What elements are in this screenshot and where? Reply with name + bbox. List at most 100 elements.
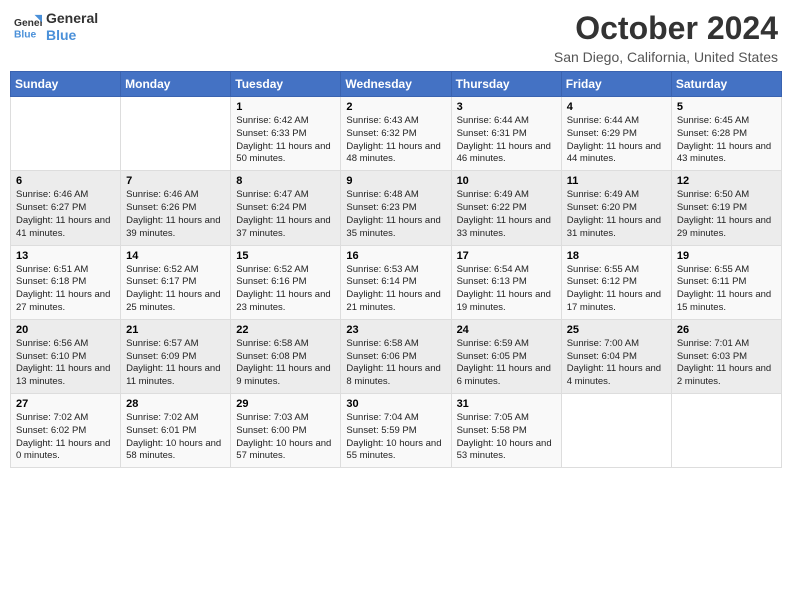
day-number: 11 <box>567 175 666 187</box>
day-detail: Sunrise: 6:47 AM Sunset: 6:24 PM Dayligh… <box>236 189 335 240</box>
day-number: 24 <box>457 324 556 336</box>
day-number: 5 <box>677 101 776 113</box>
day-detail: Sunrise: 6:58 AM Sunset: 6:08 PM Dayligh… <box>236 338 335 389</box>
day-detail: Sunrise: 6:57 AM Sunset: 6:09 PM Dayligh… <box>126 338 225 389</box>
calendar-cell: 3 Sunrise: 6:44 AM Sunset: 6:31 PM Daylig… <box>451 97 561 171</box>
calendar-cell: 21 Sunrise: 6:57 AM Sunset: 6:09 PM Dayli… <box>121 319 231 393</box>
calendar-cell: 30Sunrise: 7:04 AM Sunset: 5:59 PM Dayli… <box>341 394 451 468</box>
day-detail: Sunrise: 6:59 AM Sunset: 6:05 PM Dayligh… <box>457 338 556 389</box>
calendar-cell: 31 Sunrise: 7:05 AM Sunset: 5:58 PM Dayli… <box>451 394 561 468</box>
day-detail: Sunrise: 7:05 AM Sunset: 5:58 PM Dayligh… <box>457 412 556 463</box>
calendar-cell: 23 Sunrise: 6:58 AM Sunset: 6:06 PM Dayli… <box>341 319 451 393</box>
calendar-cell: 26Sunrise: 7:01 AM Sunset: 6:03 PM Dayli… <box>671 319 781 393</box>
calendar-cell: 16 Sunrise: 6:53 AM Sunset: 6:14 PM Dayli… <box>341 245 451 319</box>
calendar-cell: 24 Sunrise: 6:59 AM Sunset: 6:05 PM Dayli… <box>451 319 561 393</box>
day-detail: Sunrise: 7:00 AM Sunset: 6:04 PM Dayligh… <box>567 338 666 389</box>
day-detail: Sunrise: 6:56 AM Sunset: 6:10 PM Dayligh… <box>16 338 115 389</box>
calendar-cell: 5 Sunrise: 6:45 AM Sunset: 6:28 PM Daylig… <box>671 97 781 171</box>
calendar-cell: 9Sunrise: 6:48 AM Sunset: 6:23 PM Daylig… <box>341 171 451 245</box>
day-detail: Sunrise: 6:58 AM Sunset: 6:06 PM Dayligh… <box>346 338 445 389</box>
day-number: 29 <box>236 398 335 410</box>
day-number: 13 <box>16 250 115 262</box>
calendar-cell: 15Sunrise: 6:52 AM Sunset: 6:16 PM Dayli… <box>231 245 341 319</box>
day-detail: Sunrise: 6:46 AM Sunset: 6:26 PM Dayligh… <box>126 189 225 240</box>
day-number: 12 <box>677 175 776 187</box>
day-number: 23 <box>346 324 445 336</box>
day-number: 27 <box>16 398 115 410</box>
day-number: 25 <box>567 324 666 336</box>
calendar-cell: 22Sunrise: 6:58 AM Sunset: 6:08 PM Dayli… <box>231 319 341 393</box>
day-detail: Sunrise: 6:55 AM Sunset: 6:11 PM Dayligh… <box>677 264 776 315</box>
title-block: October 2024 San Diego, California, Unit… <box>554 10 778 65</box>
calendar-cell: 29 Sunrise: 7:03 AM Sunset: 6:00 PM Dayli… <box>231 394 341 468</box>
calendar-cell: 25 Sunrise: 7:00 AM Sunset: 6:04 PM Dayli… <box>561 319 671 393</box>
calendar-week-row: 1 Sunrise: 6:42 AM Sunset: 6:33 PM Daylig… <box>11 97 782 171</box>
day-number: 10 <box>457 175 556 187</box>
day-number: 7 <box>126 175 225 187</box>
day-detail: Sunrise: 6:42 AM Sunset: 6:33 PM Dayligh… <box>236 115 335 166</box>
day-number: 6 <box>16 175 115 187</box>
day-of-week-header: Tuesday <box>231 72 341 97</box>
day-detail: Sunrise: 6:45 AM Sunset: 6:28 PM Dayligh… <box>677 115 776 166</box>
day-detail: Sunrise: 6:49 AM Sunset: 6:20 PM Dayligh… <box>567 189 666 240</box>
logo-text: General Blue <box>46 10 98 44</box>
day-number: 31 <box>457 398 556 410</box>
day-of-week-header: Thursday <box>451 72 561 97</box>
day-number: 30 <box>346 398 445 410</box>
calendar-cell: 10Sunrise: 6:49 AM Sunset: 6:22 PM Dayli… <box>451 171 561 245</box>
day-number: 16 <box>346 250 445 262</box>
day-number: 3 <box>457 101 556 113</box>
calendar-cell <box>561 394 671 468</box>
day-number: 20 <box>16 324 115 336</box>
calendar-cell: 4Sunrise: 6:44 AM Sunset: 6:29 PM Daylig… <box>561 97 671 171</box>
day-detail: Sunrise: 6:44 AM Sunset: 6:31 PM Dayligh… <box>457 115 556 166</box>
calendar-cell: 1 Sunrise: 6:42 AM Sunset: 6:33 PM Daylig… <box>231 97 341 171</box>
calendar-header: SundayMondayTuesdayWednesdayThursdayFrid… <box>11 72 782 97</box>
calendar-cell: 11 Sunrise: 6:49 AM Sunset: 6:20 PM Dayli… <box>561 171 671 245</box>
day-number: 18 <box>567 250 666 262</box>
calendar-cell: 14Sunrise: 6:52 AM Sunset: 6:17 PM Dayli… <box>121 245 231 319</box>
day-detail: Sunrise: 7:02 AM Sunset: 6:01 PM Dayligh… <box>126 412 225 463</box>
calendar-cell: 19 Sunrise: 6:55 AM Sunset: 6:11 PM Dayli… <box>671 245 781 319</box>
calendar-cell: 13 Sunrise: 6:51 AM Sunset: 6:18 PM Dayli… <box>11 245 121 319</box>
calendar-cell: 18 Sunrise: 6:55 AM Sunset: 6:12 PM Dayli… <box>561 245 671 319</box>
calendar-cell: 7 Sunrise: 6:46 AM Sunset: 6:26 PM Daylig… <box>121 171 231 245</box>
day-detail: Sunrise: 7:01 AM Sunset: 6:03 PM Dayligh… <box>677 338 776 389</box>
day-of-week-header: Wednesday <box>341 72 451 97</box>
calendar-week-row: 20 Sunrise: 6:56 AM Sunset: 6:10 PM Dayli… <box>11 319 782 393</box>
day-of-week-header: Sunday <box>11 72 121 97</box>
day-number: 17 <box>457 250 556 262</box>
day-number: 21 <box>126 324 225 336</box>
calendar-week-row: 27 Sunrise: 7:02 AM Sunset: 6:02 PM Dayli… <box>11 394 782 468</box>
day-number: 8 <box>236 175 335 187</box>
calendar-cell: 27 Sunrise: 7:02 AM Sunset: 6:02 PM Dayli… <box>11 394 121 468</box>
calendar-cell: 12Sunrise: 6:50 AM Sunset: 6:19 PM Dayli… <box>671 171 781 245</box>
calendar-cell: 8 Sunrise: 6:47 AM Sunset: 6:24 PM Daylig… <box>231 171 341 245</box>
day-detail: Sunrise: 6:46 AM Sunset: 6:27 PM Dayligh… <box>16 189 115 240</box>
day-detail: Sunrise: 6:51 AM Sunset: 6:18 PM Dayligh… <box>16 264 115 315</box>
day-of-week-header: Monday <box>121 72 231 97</box>
day-of-week-header: Saturday <box>671 72 781 97</box>
day-detail: Sunrise: 7:03 AM Sunset: 6:00 PM Dayligh… <box>236 412 335 463</box>
page-header: General Blue General Blue October 2024 S… <box>10 10 782 65</box>
day-detail: Sunrise: 6:52 AM Sunset: 6:17 PM Dayligh… <box>126 264 225 315</box>
day-detail: Sunrise: 6:52 AM Sunset: 6:16 PM Dayligh… <box>236 264 335 315</box>
calendar-cell: 2Sunrise: 6:43 AM Sunset: 6:32 PM Daylig… <box>341 97 451 171</box>
month-title: October 2024 <box>554 10 778 47</box>
calendar-cell: 17Sunrise: 6:54 AM Sunset: 6:13 PM Dayli… <box>451 245 561 319</box>
calendar-cell <box>11 97 121 171</box>
logo-icon: General Blue <box>14 13 42 41</box>
day-number: 19 <box>677 250 776 262</box>
location: San Diego, California, United States <box>554 49 778 65</box>
day-number: 4 <box>567 101 666 113</box>
day-detail: Sunrise: 6:55 AM Sunset: 6:12 PM Dayligh… <box>567 264 666 315</box>
svg-text:Blue: Blue <box>14 29 37 40</box>
calendar-week-row: 13 Sunrise: 6:51 AM Sunset: 6:18 PM Dayli… <box>11 245 782 319</box>
day-detail: Sunrise: 7:02 AM Sunset: 6:02 PM Dayligh… <box>16 412 115 463</box>
calendar-cell: 20 Sunrise: 6:56 AM Sunset: 6:10 PM Dayli… <box>11 319 121 393</box>
day-detail: Sunrise: 6:53 AM Sunset: 6:14 PM Dayligh… <box>346 264 445 315</box>
days-of-week-row: SundayMondayTuesdayWednesdayThursdayFrid… <box>11 72 782 97</box>
calendar-week-row: 6 Sunrise: 6:46 AM Sunset: 6:27 PM Daylig… <box>11 171 782 245</box>
day-number: 1 <box>236 101 335 113</box>
calendar-cell <box>121 97 231 171</box>
